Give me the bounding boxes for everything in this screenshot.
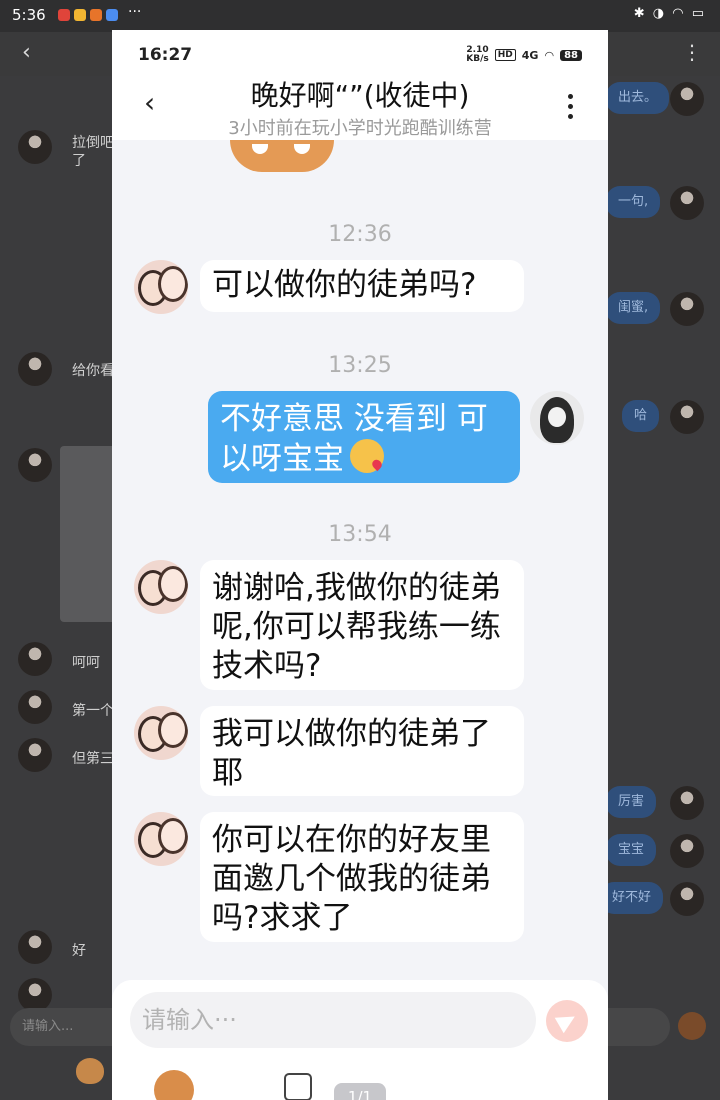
sticker-icon[interactable] [154, 1070, 194, 1100]
chat-input-bar: 请输入··· 1/1 [112, 980, 608, 1100]
outer-image-thumbnail[interactable] [60, 446, 120, 622]
outer-avatar [18, 930, 52, 964]
avatar[interactable] [134, 706, 188, 760]
outer-send-icon[interactable] [678, 1012, 706, 1040]
outer-my-message: 出去。 [606, 82, 670, 114]
outer-back-icon[interactable]: ‹ [22, 40, 31, 65]
outer-message-text: 给你看 [72, 363, 114, 379]
outer-avatar [670, 82, 704, 116]
app-notification-icon [90, 9, 102, 21]
outer-my-message: 哈 [622, 400, 660, 432]
message-bubble: 你可以在你的好友里面邀几个做我的徒弟吗?求求了 [200, 812, 524, 942]
chat-title: 晚好啊“”(收徒中) [250, 79, 470, 112]
app-notification-icon [58, 9, 70, 21]
avatar[interactable] [134, 560, 188, 614]
outer-more-icon[interactable]: ⋮ [682, 40, 702, 64]
app-notification-icon [106, 9, 118, 21]
chat-subtitle: 3小时前在玩小学时光跑酷训练营 [228, 118, 492, 139]
avatar[interactable] [134, 260, 188, 314]
timestamp: 13:25 [328, 353, 392, 378]
app-notification-icon [74, 9, 86, 21]
outer-avatar [18, 130, 52, 164]
network-speed: 2.10 KB/s [466, 45, 489, 64]
message-bubble: 我可以做你的徒弟了耶 [200, 706, 524, 796]
outer-status-bar: 5:36 ··· ✱ ◑ ◠ ▭ [0, 0, 720, 32]
signal-icon: 4G [521, 48, 539, 62]
image-icon[interactable] [284, 1073, 312, 1100]
outer-avatar [18, 448, 52, 482]
outer-message-text: 拉倒吧 了 [72, 135, 114, 169]
outer-avatar [670, 786, 704, 820]
outer-my-message: 一句, [606, 186, 661, 218]
status-icons: 2.10 KB/s HD 4G ◠ 88 [466, 46, 582, 64]
avatar[interactable] [134, 812, 188, 866]
outer-message-text: 但第三 [72, 751, 114, 767]
monkey-sticker-icon [230, 140, 334, 172]
hd-icon: HD [494, 49, 516, 61]
outer-avatar [18, 352, 52, 386]
outer-avatar [18, 690, 52, 724]
page-indicator: 1/1 [334, 1083, 386, 1100]
chat-header: 16:27 2.10 KB/s HD 4G ◠ 88 ‹ 晚好啊“”(收徒中) … [112, 30, 608, 140]
my-message-bubble: 不好意思 没看到 可以呀宝宝 [208, 391, 520, 483]
kissing-face-emoji-icon [350, 439, 384, 473]
message-bubble: 谢谢哈,我做你的徒弟呢,你可以帮我练一练技术吗? [200, 560, 524, 690]
send-icon[interactable] [546, 1000, 588, 1042]
timestamp: 12:36 [328, 222, 392, 247]
wifi-icon: ◠ [544, 48, 555, 62]
outer-avatar [670, 400, 704, 434]
outer-my-message: 宝宝 [606, 834, 657, 866]
outer-message-text: 第一个 [72, 703, 114, 719]
outer-status-icons: ✱ ◑ ◠ ▭ [633, 6, 706, 21]
outer-avatar [670, 834, 704, 868]
outer-message-text: 呵呵 [72, 655, 100, 671]
outer-my-message: 厉害 [606, 786, 657, 818]
battery-icon: 88 [560, 49, 582, 61]
outer-avatar [18, 978, 52, 1012]
message-bubble: 可以做你的徒弟吗? [200, 260, 524, 312]
outer-status-time: 5:36 [12, 6, 46, 24]
outer-my-message: 闺蜜, [606, 292, 661, 324]
outer-avatar [18, 738, 52, 772]
more-icon[interactable] [568, 94, 574, 124]
status-time: 16:27 [138, 45, 193, 65]
more-notifications-icon: ··· [128, 4, 142, 20]
my-avatar[interactable] [530, 391, 584, 445]
outer-avatar [18, 642, 52, 676]
outer-avatar [670, 292, 704, 326]
outer-avatar [670, 186, 704, 220]
chat-screenshot: 16:27 2.10 KB/s HD 4G ◠ 88 ‹ 晚好啊“”(收徒中) … [112, 30, 608, 1100]
outer-my-message: 好不好 [600, 882, 664, 914]
timestamp: 13:54 [328, 522, 392, 547]
message-input[interactable]: 请输入··· [130, 992, 536, 1048]
outer-message-text: 好 [72, 943, 86, 959]
outer-avatar [670, 882, 704, 916]
outer-sticker-icon[interactable] [76, 1058, 104, 1084]
